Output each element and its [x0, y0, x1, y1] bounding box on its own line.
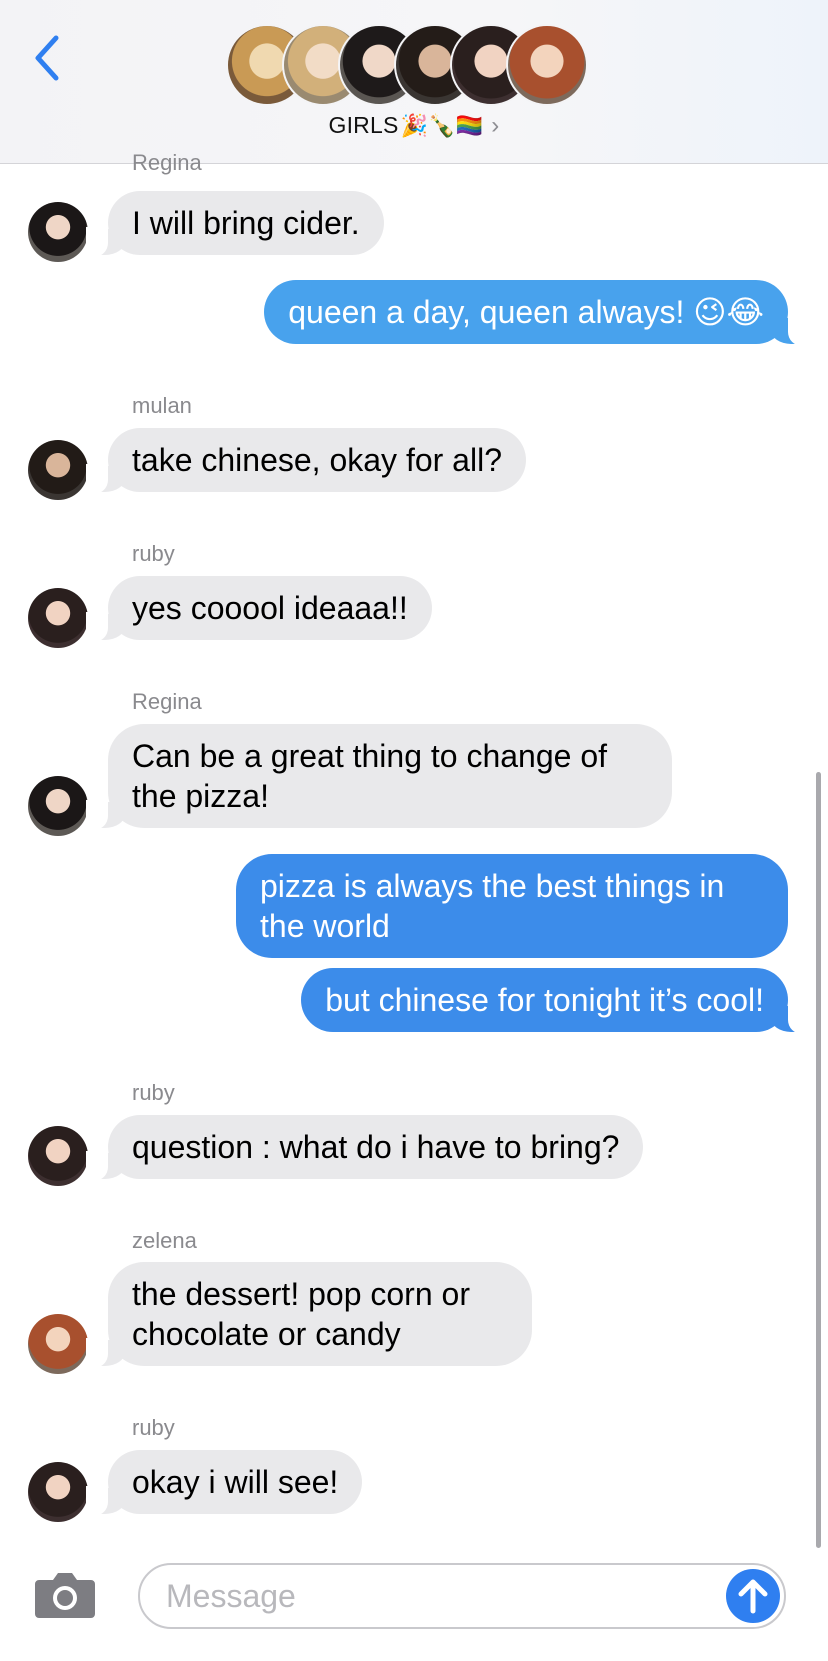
message-text-line: Can be a great thing to change of: [132, 738, 608, 774]
message-bubble[interactable]: yes cooool ideaaa!!: [86, 576, 432, 642]
arrow-up-icon: [738, 1579, 768, 1614]
sender-name: ruby: [132, 541, 175, 566]
member-avatar-6: [506, 24, 588, 106]
sender-name: ruby: [132, 1080, 175, 1105]
message-bubble[interactable]: pizza is always the best things in the w…: [236, 854, 788, 958]
avatar: [28, 776, 88, 836]
avatar: [28, 588, 88, 648]
sender-name: Regina: [132, 689, 202, 714]
send-button[interactable]: [726, 1569, 780, 1623]
scrollbar[interactable]: [816, 772, 821, 1548]
sender-name: zelena: [132, 1228, 197, 1253]
message-bubble[interactable]: the dessert! pop corn or chocolate or ca…: [86, 1262, 532, 1368]
message-text-line: chocolate or candy: [132, 1316, 401, 1352]
camera-icon: [35, 1573, 95, 1618]
message-text: queen a day, queen always! 😉😂: [288, 294, 764, 330]
message-bubble[interactable]: okay i will see!: [85, 1450, 363, 1516]
message-text-line: the dessert! pop corn or: [132, 1276, 470, 1312]
group-name-text: GIRLS: [328, 112, 399, 138]
message-text-line: the world: [260, 908, 390, 944]
camera-button[interactable]: [33, 1570, 97, 1620]
message-text-line: pizza is always the best things in: [260, 868, 725, 904]
sender-name: Regina: [132, 150, 202, 175]
message-text: question : what do i have to bring?: [132, 1129, 620, 1165]
avatar: [28, 202, 88, 262]
sender-name: ruby: [132, 1415, 175, 1440]
message-text: okay i will see!: [132, 1464, 339, 1500]
message-text: take chinese, okay for all?: [132, 442, 502, 478]
sender-name: mulan: [132, 393, 192, 418]
message-bubble[interactable]: question : what do i have to bring?: [85, 1115, 644, 1181]
message-input-field[interactable]: [138, 1563, 786, 1629]
message-text: but chinese for tonight it’s cool!: [325, 982, 764, 1018]
conversation-header: GIRLS🎉🍾🏳️‍🌈 ›: [0, 0, 828, 164]
chevron-right-icon: ›: [491, 112, 500, 139]
chevron-left-icon: [35, 35, 59, 81]
message-text: yes cooool ideaaa!!: [132, 590, 408, 626]
message-bubble[interactable]: take chinese, okay for all?: [86, 428, 526, 494]
avatar: [28, 440, 88, 500]
avatar: [28, 1314, 88, 1374]
back-button[interactable]: [30, 30, 70, 86]
message-text: I will bring cider.: [132, 205, 360, 241]
message-bubble[interactable]: but chinese for tonight it’s cool!: [301, 968, 810, 1034]
avatar: [28, 1126, 88, 1186]
group-title[interactable]: GIRLS🎉🍾🏳️‍🌈 ›: [0, 112, 828, 140]
message-input[interactable]: [166, 1575, 706, 1617]
message-bubble[interactable]: I will bring cider.: [86, 191, 384, 257]
message-bubble[interactable]: queen a day, queen always! 😉😂: [264, 280, 810, 346]
group-name-emojis: 🎉🍾🏳️‍🌈: [400, 113, 484, 138]
avatar: [28, 1462, 88, 1522]
message-text-line: the pizza!: [132, 778, 269, 814]
group-avatars[interactable]: [226, 24, 606, 106]
message-bubble[interactable]: Can be a great thing to change of the pi…: [86, 724, 672, 830]
